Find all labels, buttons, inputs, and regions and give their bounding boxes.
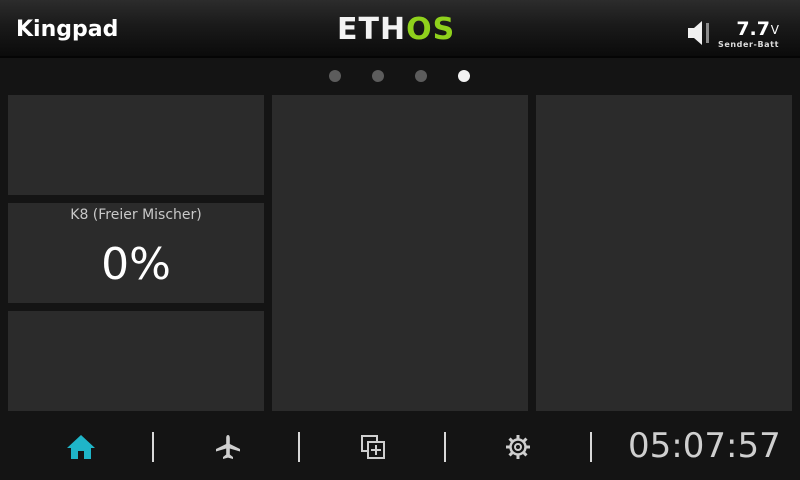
logo-text-eth: ETH xyxy=(337,12,407,47)
gear-icon xyxy=(506,435,530,459)
home-button[interactable] xyxy=(63,431,99,463)
ethos-logo: ETHOS xyxy=(337,14,455,46)
battery-voltage: 7.7 xyxy=(736,18,770,40)
widgets-icon xyxy=(361,435,385,459)
page-dot-4-active[interactable] xyxy=(458,70,470,82)
logo-text-os: OS xyxy=(406,12,456,47)
toolbar-separator xyxy=(444,432,446,462)
widgets-button[interactable] xyxy=(355,431,391,463)
battery-label: Sender-Batt xyxy=(717,40,779,49)
page-indicator xyxy=(0,70,800,84)
toolbar-separator xyxy=(590,432,592,462)
top-bar: Kingpad ETHOS 7.7 V Sender-Batt xyxy=(0,0,800,58)
widget-mixer[interactable]: K8 (Freier Mischer) 0% xyxy=(8,203,264,303)
bottom-toolbar: 05:07:57 xyxy=(0,418,800,480)
toolbar-separator xyxy=(152,432,154,462)
airplane-icon xyxy=(216,435,240,459)
settings-button[interactable] xyxy=(500,431,536,463)
page-dot-3[interactable] xyxy=(415,70,427,82)
widget-slot-left-top[interactable] xyxy=(8,95,264,195)
model-button[interactable] xyxy=(210,431,246,463)
battery-unit: V xyxy=(770,23,779,37)
home-icon xyxy=(67,435,95,459)
page-dot-2[interactable] xyxy=(372,70,384,82)
toolbar-separator xyxy=(298,432,300,462)
model-name[interactable]: Kingpad xyxy=(16,17,118,42)
clock-display: 05:07:57 xyxy=(628,426,781,466)
widget-slot-right[interactable] xyxy=(536,95,792,411)
widget-slot-left-bottom[interactable] xyxy=(8,311,264,411)
page-dot-1[interactable] xyxy=(329,70,341,82)
widget-slot-center[interactable] xyxy=(272,95,528,411)
widget-mixer-value: 0% xyxy=(101,239,171,290)
speaker-icon[interactable] xyxy=(686,19,712,47)
widget-mixer-title: K8 (Freier Mischer) xyxy=(70,207,202,223)
